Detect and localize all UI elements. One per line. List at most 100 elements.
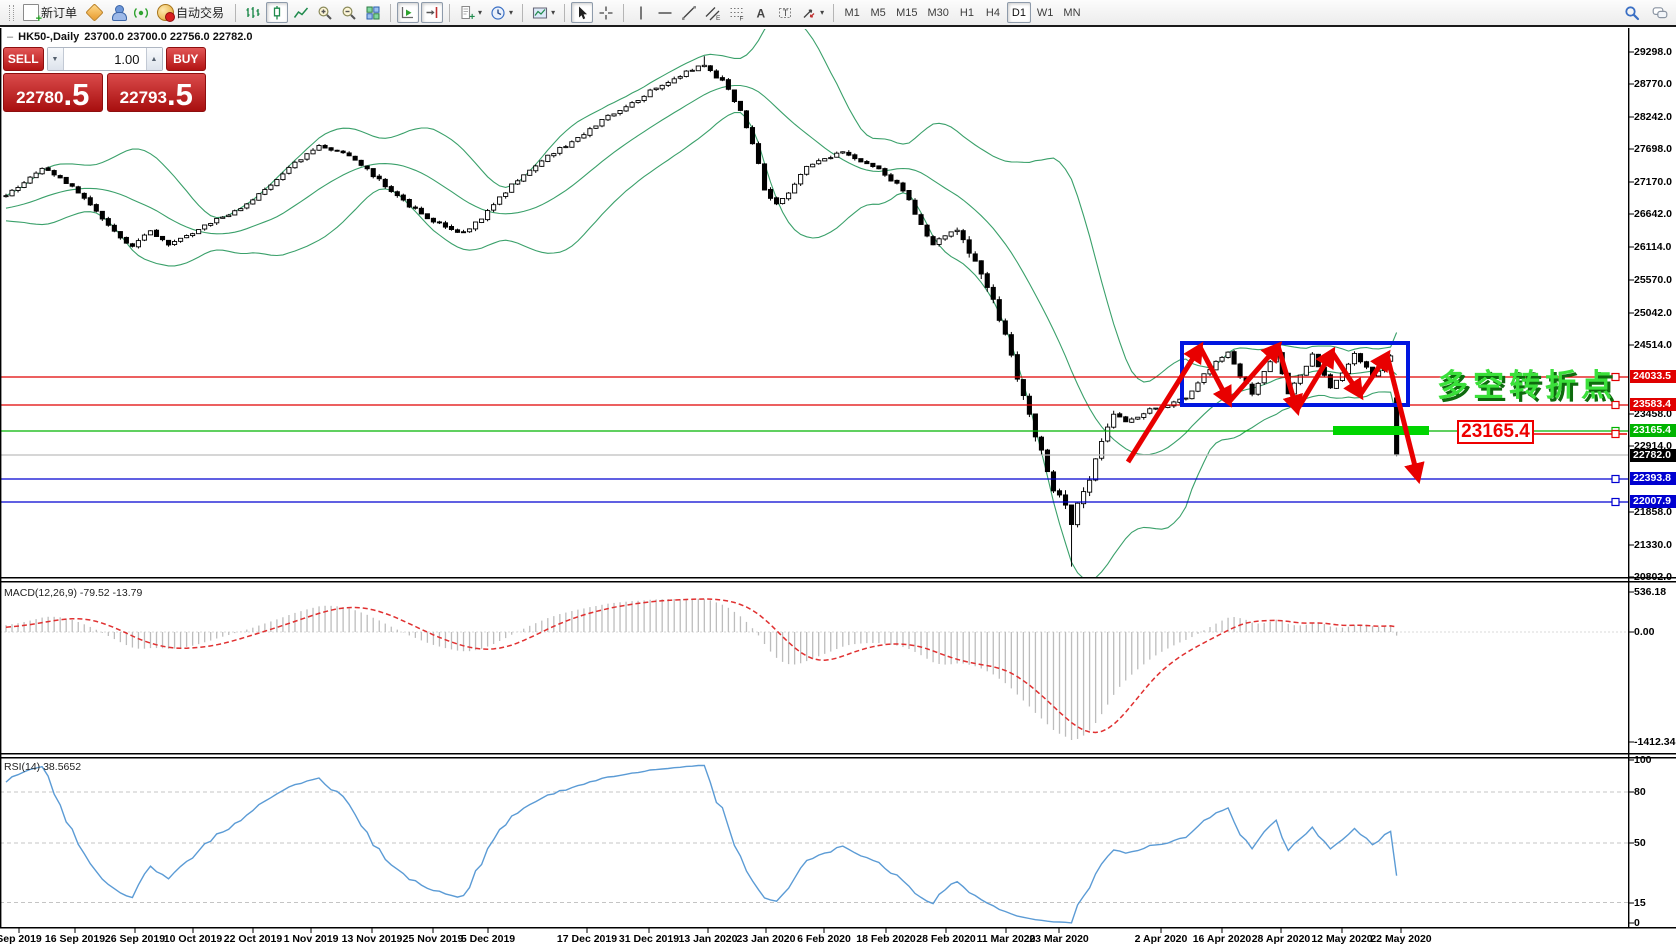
date-tick-label: 26 Sep 2019 xyxy=(105,933,165,945)
price-tick-label: 27170.0 xyxy=(1634,176,1672,188)
signals-icon xyxy=(133,5,149,21)
price-level-label[interactable]: 23165.4 xyxy=(1457,420,1534,444)
trendline-icon xyxy=(681,5,697,21)
signals-button[interactable] xyxy=(130,2,152,23)
candlestick-button[interactable] xyxy=(266,2,288,23)
horizontal-line-button[interactable] xyxy=(654,2,676,23)
chevron-down-icon: ▾ xyxy=(509,8,513,17)
toolbar-separator xyxy=(390,4,391,22)
line-chart-button[interactable] xyxy=(290,2,312,23)
timeframe-m30[interactable]: M30 xyxy=(924,2,953,23)
arrows-button[interactable]: ▾ xyxy=(798,2,827,23)
symbol-period-label: HK50-,Daily xyxy=(18,31,79,43)
crosshair-button[interactable] xyxy=(595,2,617,23)
date-tick-label: 18 Feb 2020 xyxy=(856,933,916,945)
svg-text:T: T xyxy=(783,8,789,18)
main-toolbar: + 新订单 自动交易 +▾▾▾EFAT▾ M1M5M15M30H1H4D1W1M… xyxy=(0,0,1676,27)
turning-point-annotation[interactable]: 多空转折点 xyxy=(1437,360,1617,405)
timeframe-m1[interactable]: M1 xyxy=(840,2,864,23)
volume-input[interactable] xyxy=(63,48,147,70)
date-tick-label: 10 Oct 2019 xyxy=(164,933,222,945)
community-button[interactable] xyxy=(107,2,128,23)
tips-button[interactable] xyxy=(84,2,105,23)
timeframe-w1[interactable]: W1 xyxy=(1033,2,1058,23)
bar-chart-button[interactable] xyxy=(242,2,264,23)
text-button[interactable]: A xyxy=(750,2,772,23)
auto-trading-button[interactable]: 自动交易 xyxy=(154,2,229,23)
timeframe-m15[interactable]: M15 xyxy=(892,2,921,23)
periods-icon xyxy=(490,5,506,21)
trendline-button[interactable] xyxy=(678,2,700,23)
date-tick-label: 22 May 2020 xyxy=(1370,933,1431,945)
chart-tools-group: +▾▾▾EFAT▾ xyxy=(242,2,838,23)
chart-canvas[interactable] xyxy=(0,0,1676,950)
buy-price-dec: .5 xyxy=(167,80,193,110)
label-button[interactable]: T xyxy=(774,2,796,23)
price-badge: 22393.8 xyxy=(1630,472,1676,485)
new-chart-button[interactable]: +▾ xyxy=(456,2,485,23)
svg-text:A: A xyxy=(757,6,766,20)
price-tick-label: 26114.0 xyxy=(1634,241,1671,253)
date-tick-label: 25 Nov 2019 xyxy=(403,933,464,945)
toolbar-grip xyxy=(9,5,14,21)
volume-up-button[interactable]: ▲ xyxy=(147,48,162,70)
buy-button[interactable]: BUY xyxy=(166,47,207,71)
zoom-in-button[interactable] xyxy=(314,2,336,23)
template-icon xyxy=(532,5,548,21)
volume-down-button[interactable]: ▼ xyxy=(48,48,63,70)
chart-shift-icon xyxy=(424,5,440,21)
date-tick-label: 23 Jan 2020 xyxy=(737,933,796,945)
chat-button[interactable] xyxy=(1649,2,1671,23)
bar-chart-icon xyxy=(245,5,261,21)
date-tick-label: 28 Apr 2020 xyxy=(1252,933,1311,945)
cursor-icon xyxy=(574,5,590,21)
chart-shift-button[interactable] xyxy=(421,2,443,23)
timeframe-mn[interactable]: MN xyxy=(1059,2,1084,23)
buy-price-display[interactable]: 22793 .5 xyxy=(107,73,207,112)
price-tick-label: 26642.0 xyxy=(1634,208,1672,220)
zoom-out-button[interactable] xyxy=(338,2,360,23)
price-tick-label: 25570.0 xyxy=(1634,274,1672,286)
new-order-button[interactable]: + 新订单 xyxy=(20,2,82,23)
sell-button[interactable]: SELL xyxy=(3,47,44,71)
one-click-trading-panel: SELL ▼ ▲ BUY 22780 .5 22793 .5 xyxy=(3,47,206,112)
toolbar-separator xyxy=(833,4,834,22)
auto-scroll-button[interactable] xyxy=(397,2,419,23)
macd-indicator-label: MACD(12,26,9) -79.52 -13.79 xyxy=(4,587,142,599)
vertical-line-icon xyxy=(633,5,649,21)
macd-tick-label: -1412.34 xyxy=(1634,736,1675,748)
tile-windows-button[interactable] xyxy=(362,2,384,23)
chat-icon xyxy=(1652,5,1668,21)
toolbar-separator xyxy=(235,4,236,22)
macd-tick-label: 0.00 xyxy=(1634,626,1654,638)
toolbar-separator xyxy=(449,4,450,22)
channel-button[interactable]: E xyxy=(702,2,724,23)
buy-price-int: 22793 xyxy=(120,86,167,110)
chart-ohlc-header: – HK50-,Daily 23700.0 23700.0 22756.0 22… xyxy=(7,31,252,43)
timeframe-h1[interactable]: H1 xyxy=(955,2,979,23)
timeframe-h4[interactable]: H4 xyxy=(981,2,1005,23)
vertical-line-button[interactable] xyxy=(630,2,652,23)
chart-icon: – xyxy=(7,31,13,43)
search-button[interactable] xyxy=(1621,2,1643,23)
timeframe-d1[interactable]: D1 xyxy=(1007,2,1031,23)
periods-button[interactable]: ▾ xyxy=(487,2,516,23)
date-tick-label: 6 Feb 2020 xyxy=(797,933,851,945)
date-tick-label: 31 Dec 2019 xyxy=(619,933,679,945)
timeframe-m5[interactable]: M5 xyxy=(866,2,890,23)
cursor-button[interactable] xyxy=(571,2,593,23)
date-tick-label: 11 Mar 2020 xyxy=(977,933,1036,945)
chevron-down-icon: ▾ xyxy=(820,8,824,17)
chevron-down-icon: ▾ xyxy=(478,8,482,17)
horizontal-line-icon xyxy=(657,5,673,21)
toolbar-separator xyxy=(623,4,624,22)
price-tick-label: 28242.0 xyxy=(1634,111,1672,123)
fibonacci-button[interactable]: F xyxy=(726,2,748,23)
price-badge: 22007.9 xyxy=(1630,495,1676,508)
rsi-tick-label: 100 xyxy=(1634,754,1652,766)
text-icon: A xyxy=(753,5,769,21)
sell-price-display[interactable]: 22780 .5 xyxy=(3,73,103,112)
auto-trading-icon xyxy=(157,4,174,21)
template-button[interactable]: ▾ xyxy=(529,2,558,23)
timeframe-group: M1M5M15M30H1H4D1W1MN xyxy=(840,2,1084,23)
